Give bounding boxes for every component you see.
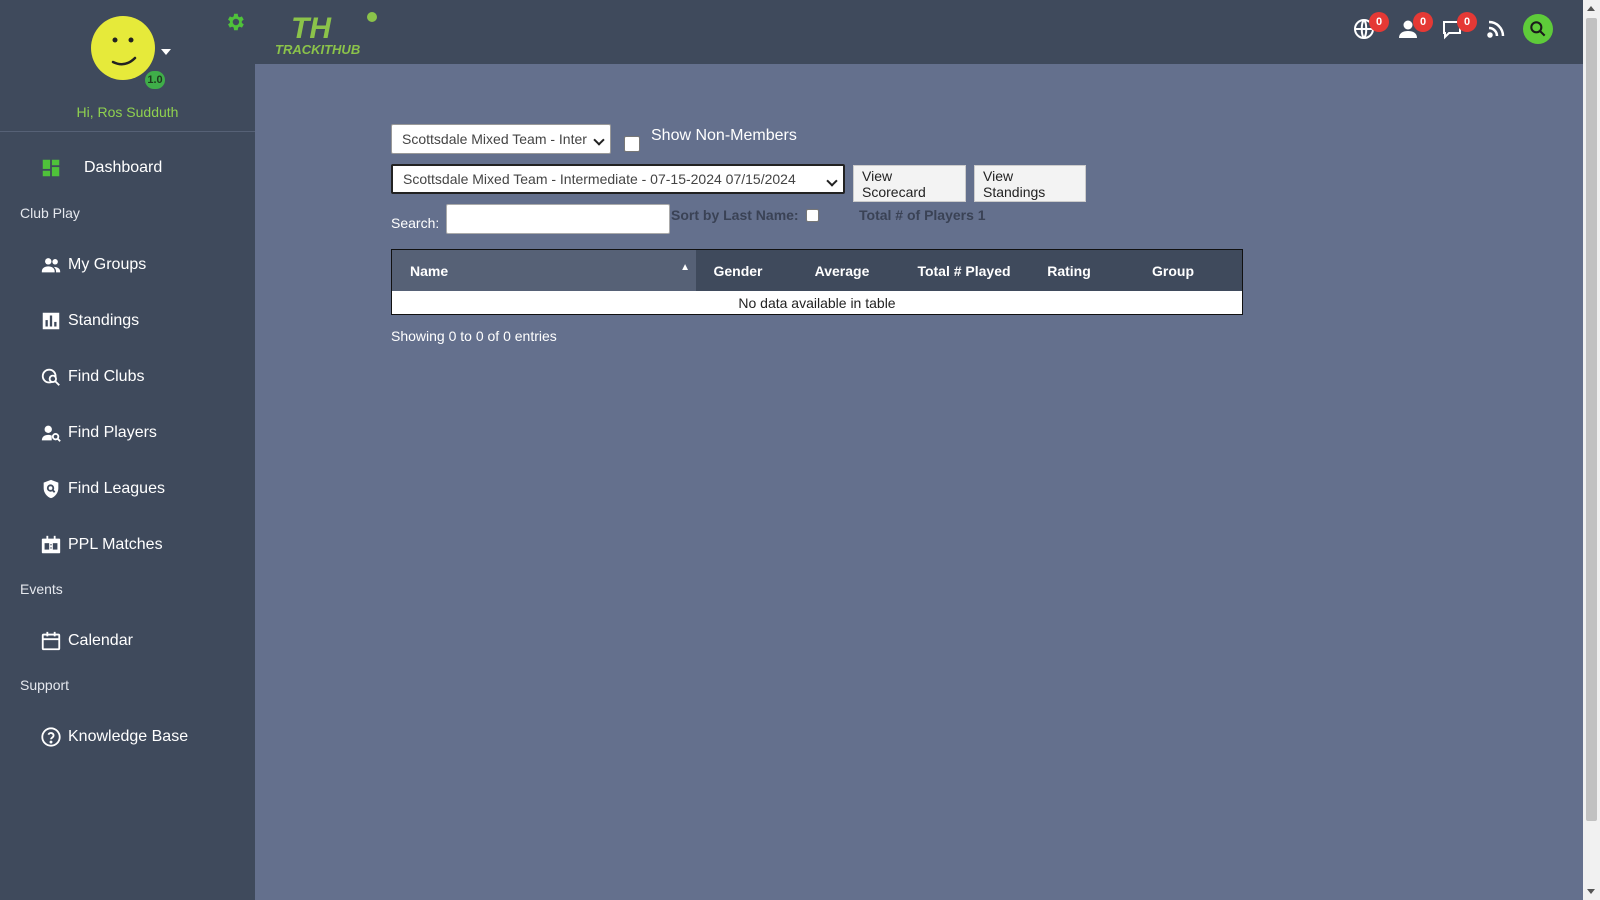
table-search-input[interactable]: [446, 204, 670, 234]
group-select[interactable]: Scottsdale Mixed Team - Inter: [391, 124, 611, 154]
view-scorecard-button[interactable]: View Scorecard: [853, 165, 966, 202]
sidebar-item-find-leagues[interactable]: Find Leagues: [40, 478, 165, 500]
chevron-down-icon: [593, 134, 605, 146]
smiley-face-icon: [111, 37, 137, 66]
chevron-down-icon: [826, 175, 838, 187]
sidebar-item-label: Standings: [68, 312, 140, 329]
section-club-play: Club Play: [20, 205, 80, 221]
section-support: Support: [20, 677, 70, 693]
view-standings-button[interactable]: View Standings: [974, 165, 1086, 202]
header-search-button[interactable]: [1523, 14, 1553, 44]
avatar[interactable]: [91, 16, 155, 80]
column-header-total-played[interactable]: Total # Played: [904, 250, 1024, 291]
sidebar-item-label: Calendar: [68, 632, 133, 649]
user-greeting: Hi, Ros Sudduth: [76, 104, 179, 120]
sidebar-item-calendar[interactable]: Calendar: [40, 630, 133, 652]
event-select-value: Scottsdale Mixed Team - Intermediate - 0…: [403, 171, 796, 187]
svg-text:TRACKITHUB: TRACKITHUB: [275, 42, 360, 56]
dashboard-icon: [40, 157, 62, 179]
svg-text:TH: TH: [291, 12, 332, 45]
sidebar-item-dashboard[interactable]: Dashboard: [40, 157, 162, 179]
sidebar-item-find-clubs[interactable]: Find Clubs: [40, 366, 144, 388]
trackithub-logo[interactable]: TH TRACKITHUB: [275, 8, 385, 56]
scroll-up-icon[interactable]: [1587, 6, 1595, 11]
sidebar-item-find-players[interactable]: Find Players: [40, 422, 157, 444]
profile-panel: 1.0 Hi, Ros Sudduth: [0, 0, 255, 132]
group-icon: [40, 254, 62, 276]
globe-badge: 0: [1369, 12, 1389, 32]
sidebar-item-label: Find Leagues: [68, 480, 165, 497]
bar-chart-icon: [40, 310, 62, 332]
table-empty-row: No data available in table: [392, 291, 1242, 314]
globe-notifications-button[interactable]: 0: [1351, 12, 1389, 42]
top-header: TH TRACKITHUB 0 0 0: [255, 0, 1583, 64]
total-players-count: Total # of Players 1: [859, 207, 986, 223]
sidebar-item-label: PPL Matches: [68, 536, 163, 553]
sidebar-item-knowledge-base[interactable]: Knowledge Base: [40, 726, 188, 748]
sidebar-item-my-groups[interactable]: My Groups: [40, 254, 146, 276]
sidebar-item-ppl-matches[interactable]: PPL Matches: [40, 534, 163, 556]
level-badge: 1.0: [143, 69, 167, 91]
column-header-average[interactable]: Average: [780, 250, 904, 291]
scroll-down-icon[interactable]: [1587, 889, 1595, 894]
sidebar-item-label: Find Clubs: [68, 368, 145, 385]
sidebar: 1.0 Hi, Ros Sudduth Dashboard Club Play …: [0, 0, 255, 900]
column-header-name[interactable]: Name ▲: [392, 250, 696, 291]
sort-ascending-icon: ▲: [680, 262, 690, 273]
rss-button[interactable]: [1483, 16, 1509, 42]
gear-icon[interactable]: [224, 11, 246, 33]
user-badge: 0: [1413, 12, 1433, 32]
sort-by-last-name-checkbox[interactable]: [806, 209, 819, 222]
person-search-icon: [40, 422, 62, 444]
column-header-group[interactable]: Group: [1114, 250, 1232, 291]
scoreboard-icon: [40, 534, 62, 556]
rss-icon: [1487, 20, 1505, 38]
chevron-down-icon[interactable]: [161, 49, 171, 55]
column-header-rating[interactable]: Rating: [1024, 250, 1114, 291]
sidebar-item-label: Dashboard: [84, 159, 163, 176]
scrollbar-thumb[interactable]: [1586, 18, 1597, 821]
header-icons: 0 0 0: [1337, 12, 1553, 44]
calendar-icon: [40, 630, 62, 652]
help-circle-icon: [40, 726, 62, 748]
event-select[interactable]: Scottsdale Mixed Team - Intermediate - 0…: [391, 164, 845, 194]
sort-by-last-name-label: Sort by Last Name:: [671, 207, 799, 223]
search-icon: [1530, 21, 1546, 37]
page-scrollbar[interactable]: [1583, 0, 1600, 900]
chat-badge: 0: [1457, 12, 1477, 32]
column-header-gender[interactable]: Gender: [696, 250, 780, 291]
search-label: Search:: [391, 215, 440, 231]
sidebar-item-label: Find Players: [68, 424, 157, 441]
chat-messages-button[interactable]: 0: [1439, 12, 1477, 42]
sidebar-item-label: My Groups: [68, 256, 147, 273]
table-info: Showing 0 to 0 of 0 entries: [391, 328, 557, 344]
sidebar-item-label: Knowledge Base: [68, 728, 189, 745]
group-select-value: Scottsdale Mixed Team - Inter: [402, 131, 587, 147]
sidebar-item-standings[interactable]: Standings: [40, 310, 139, 332]
search-globe-icon: [40, 366, 62, 388]
table-header: Name ▲ Gender Average Total # Played Rat…: [392, 250, 1242, 291]
show-non-members-label: Show Non-Members: [651, 127, 797, 144]
user-requests-button[interactable]: 0: [1395, 12, 1433, 42]
players-table: Name ▲ Gender Average Total # Played Rat…: [391, 249, 1243, 315]
shield-search-icon: [40, 478, 62, 500]
show-non-members-checkbox[interactable]: [624, 136, 640, 152]
column-label: Name: [410, 262, 449, 279]
section-events: Events: [20, 581, 63, 597]
